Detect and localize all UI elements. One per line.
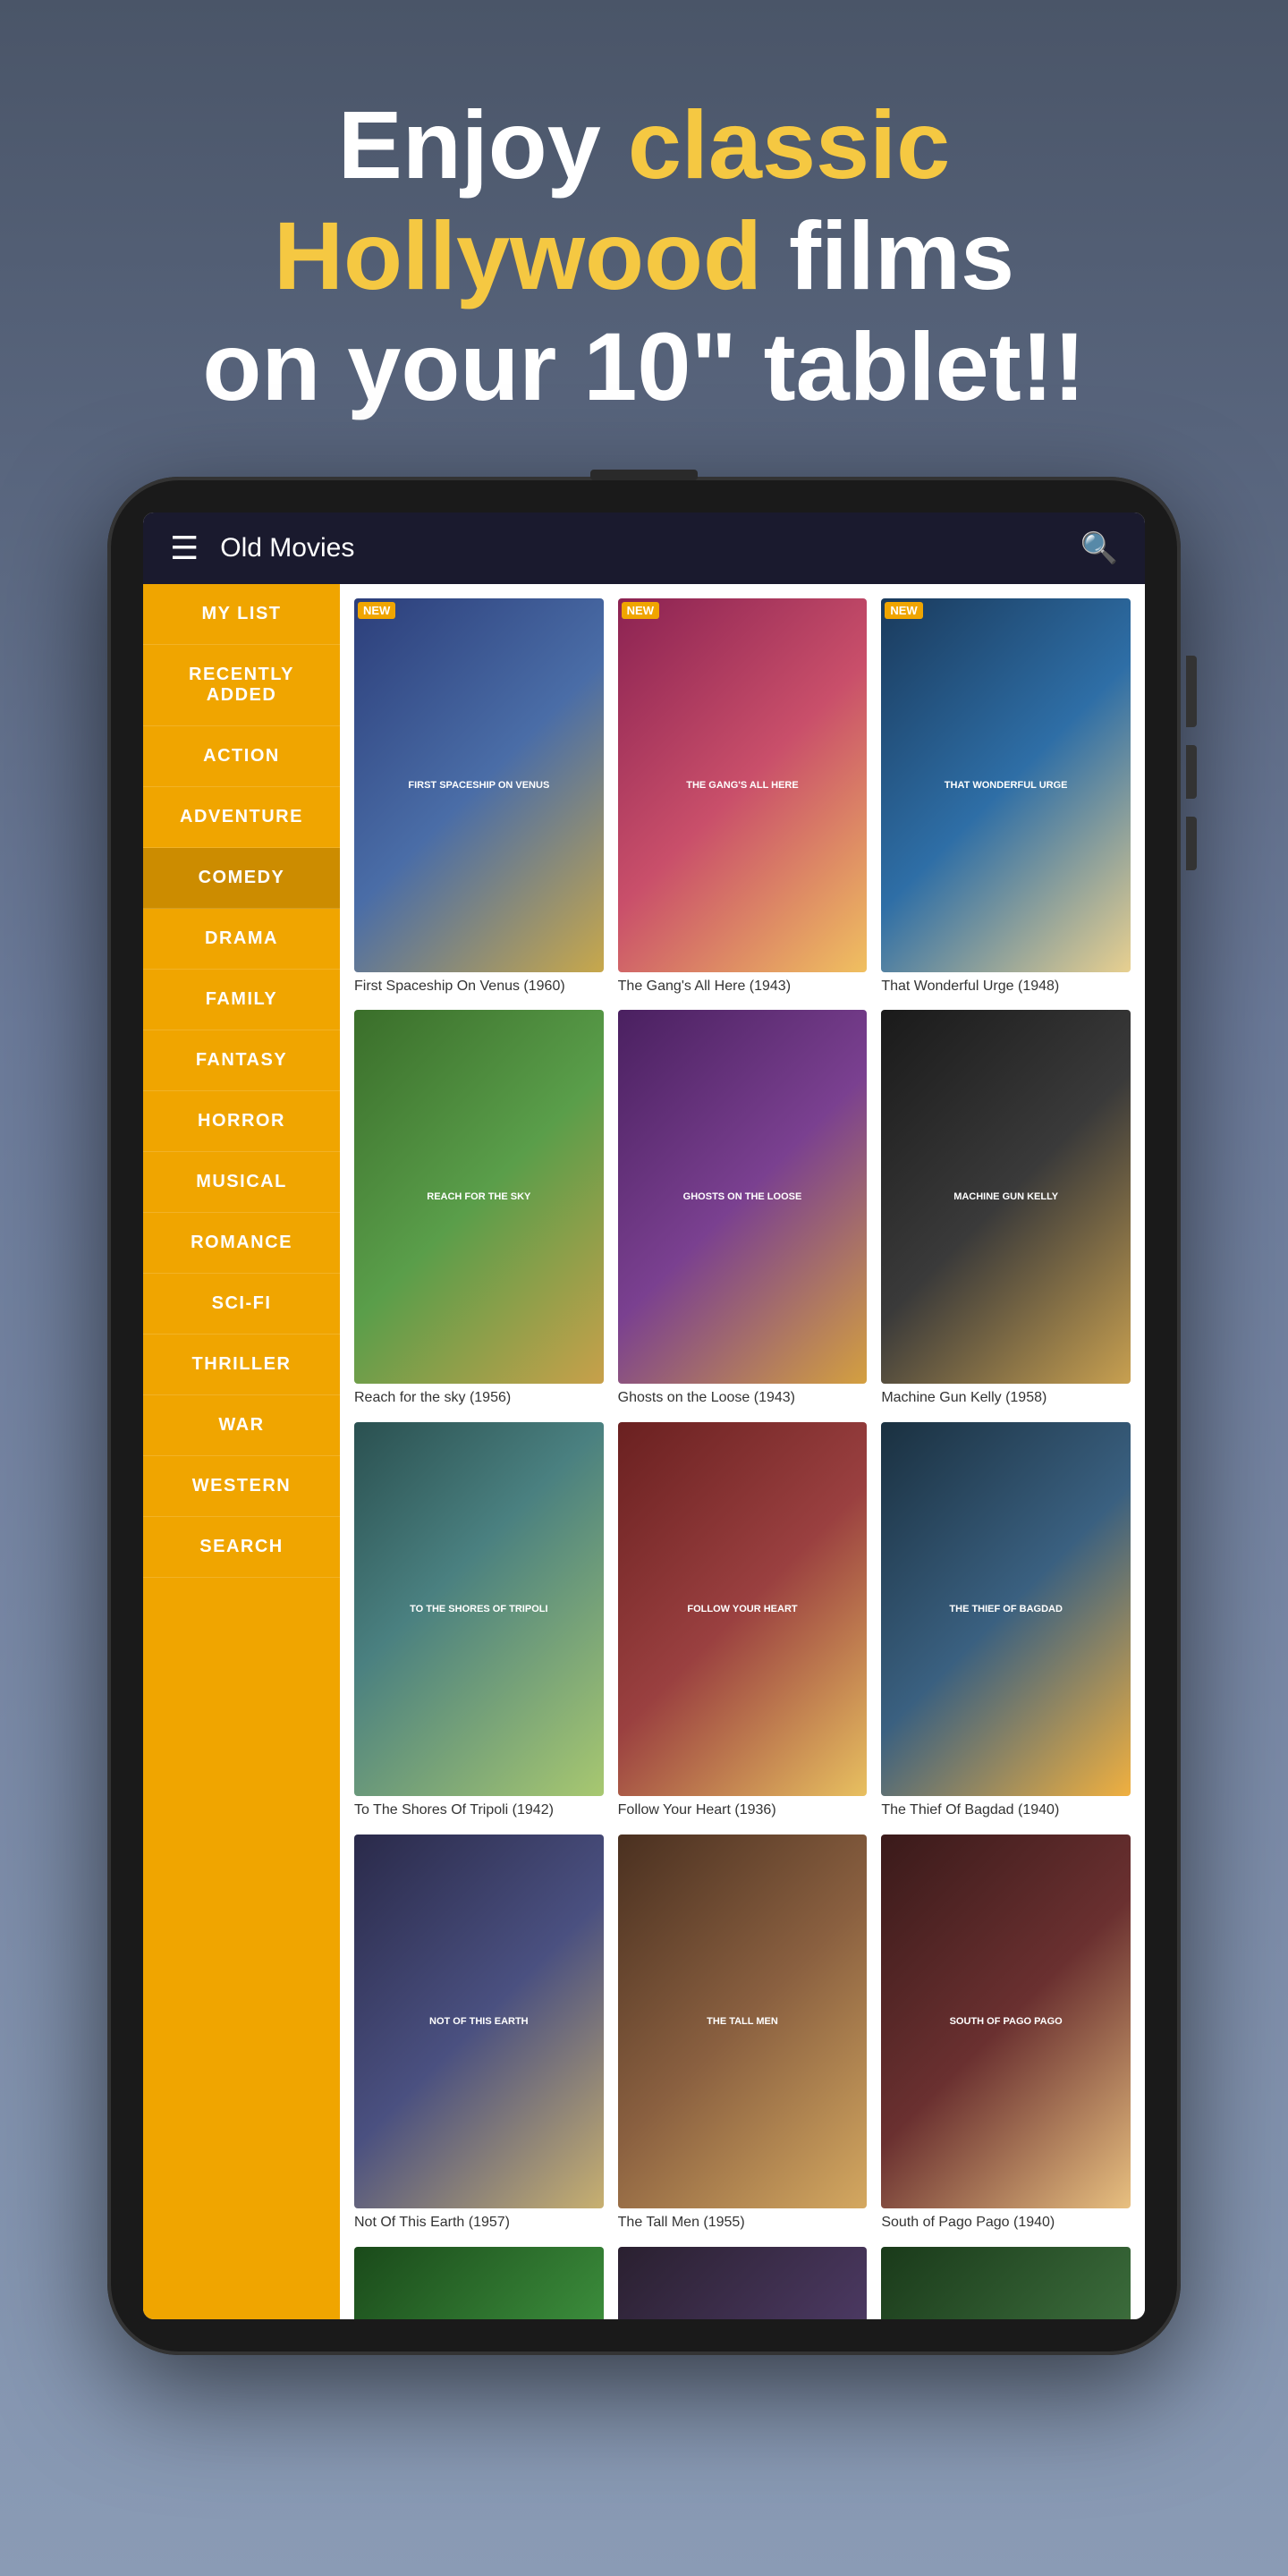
movie-poster: GHOSTS ON THE LOOSE	[618, 1010, 868, 1384]
movie-title: To The Shores Of Tripoli (1942)	[354, 1801, 604, 1820]
hero-text-enjoy: Enjoy	[338, 90, 628, 199]
movie-card[interactable]: TO THE SHORES OF TRIPOLI To The Shores Of…	[354, 1422, 604, 1820]
movie-card[interactable]: ABBOTT & COSTELLO THE TIME OF THEIR LIVE…	[354, 2247, 604, 2319]
search-icon[interactable]: 🔍	[1080, 530, 1118, 566]
movie-poster: FIRST SPACESHIP ON VENUS	[354, 598, 604, 972]
sidebar-item-thriller[interactable]: THRILLER	[143, 1335, 340, 1395]
movie-card[interactable]: THAT WONDERFUL URGENEW That Wonderful Urg…	[881, 598, 1131, 996]
movie-grid: FIRST SPACESHIP ON VENUSNEWFirst Spacesh…	[340, 584, 1145, 2319]
movie-title: Not Of This Earth (1957)	[354, 2214, 604, 2233]
movie-card[interactable]: THE THIEF OF BAGDAD The Thief Of Bagdad (…	[881, 1422, 1131, 1820]
movie-title: Machine Gun Kelly (1958)	[881, 1389, 1131, 1408]
sidebar-item-fantasy[interactable]: FANTASY	[143, 1030, 340, 1091]
movie-title: Ghosts on the Loose (1943)	[618, 1389, 868, 1408]
movie-card[interactable]: FIRST SPACESHIP ON VENUSNEW First Spacesh…	[354, 598, 604, 996]
tablet-screen: ☰ Old Movies 🔍 MY LISTRECENTLY ADDEDACTI…	[143, 513, 1145, 2319]
movie-card[interactable]: REACH FOR THE SKY Reach for the sky (1956…	[354, 1010, 604, 1408]
hero-text-hollywood: Hollywood	[274, 201, 762, 309]
app-bar: ☰ Old Movies 🔍	[143, 513, 1145, 584]
movie-poster: REACH FOR THE SKY	[354, 1010, 604, 1384]
movie-poster: PARDON MY SARONG	[618, 2247, 868, 2319]
movie-poster: MACHINE GUN KELLY	[881, 1010, 1131, 1384]
app-title: Old Movies	[220, 533, 1080, 564]
movie-poster: FOLLOW YOUR HEART	[618, 1422, 868, 1796]
sidebar-item-horror[interactable]: HORROR	[143, 1091, 340, 1152]
movie-card[interactable]: SOUTH OF PAGO PAGO South of Pago Pago (19…	[881, 1835, 1131, 2233]
content-area: MY LISTRECENTLY ADDEDACTIONADVENTURECOME…	[143, 584, 1145, 2319]
movie-card[interactable]: CAPTAIN PIRATECaptain Pirate (1952)	[881, 2247, 1131, 2319]
movie-card[interactable]: MACHINE GUN KELLY Machine Gun Kelly (1958…	[881, 1010, 1131, 1408]
movie-title: South of Pago Pago (1940)	[881, 2214, 1131, 2233]
movie-title: The Tall Men (1955)	[618, 2214, 868, 2233]
movie-title: Follow Your Heart (1936)	[618, 1801, 868, 1820]
movie-title: The Thief Of Bagdad (1940)	[881, 1801, 1131, 1820]
sidebar-item-war[interactable]: WAR	[143, 1395, 340, 1456]
sidebar-item-family[interactable]: FAMILY	[143, 970, 340, 1030]
new-badge: NEW	[885, 602, 922, 619]
movie-poster: THE GANG'S ALL HERE	[618, 598, 868, 972]
movie-title: Reach for the sky (1956)	[354, 1389, 604, 1408]
sidebar: MY LISTRECENTLY ADDEDACTIONADVENTURECOME…	[143, 584, 340, 2319]
sidebar-item-musical[interactable]: MUSICAL	[143, 1152, 340, 1213]
volume-down-button[interactable]	[1186, 817, 1197, 870]
hero-section: Enjoy classic Hollywood films on your 10…	[0, 0, 1288, 477]
movie-poster: SOUTH OF PAGO PAGO	[881, 1835, 1131, 2208]
movie-poster: THE TALL MEN	[618, 1835, 868, 2208]
tablet-device: ☰ Old Movies 🔍 MY LISTRECENTLY ADDEDACTI…	[107, 477, 1181, 2355]
hero-text-classic: classic	[628, 90, 950, 199]
movie-title: That Wonderful Urge (1948)	[881, 978, 1131, 996]
sidebar-item-recently-added[interactable]: RECENTLY ADDED	[143, 645, 340, 726]
sidebar-item-western[interactable]: WESTERN	[143, 1456, 340, 1517]
hero-text-tablet: on your 10" tablet!!	[202, 312, 1085, 420]
new-badge: NEW	[622, 602, 659, 619]
movie-title: First Spaceship On Venus (1960)	[354, 978, 604, 996]
new-badge: NEW	[358, 602, 395, 619]
movie-poster: THAT WONDERFUL URGE	[881, 598, 1131, 972]
movie-poster: THE THIEF OF BAGDAD	[881, 1422, 1131, 1796]
movie-card[interactable]: THE GANG'S ALL HERENEW The Gang's All Her…	[618, 598, 868, 996]
movie-card[interactable]: THE TALL MEN The Tall Men (1955)	[618, 1835, 868, 2233]
sidebar-item-comedy[interactable]: COMEDY	[143, 848, 340, 909]
movie-poster: TO THE SHORES OF TRIPOLI	[354, 1422, 604, 1796]
movie-card[interactable]: NOT OF THIS EARTH Not Of This Earth (1957…	[354, 1835, 604, 2233]
movie-poster: NOT OF THIS EARTH	[354, 1835, 604, 2208]
volume-up-button[interactable]	[1186, 745, 1197, 799]
sidebar-item-sci-fi[interactable]: SCI-FI	[143, 1274, 340, 1335]
movie-title: The Gang's All Here (1943)	[618, 978, 868, 996]
movie-card[interactable]: FOLLOW YOUR HEART Follow Your Heart (1936…	[618, 1422, 868, 1820]
sidebar-item-search[interactable]: SEARCH	[143, 1517, 340, 1578]
movie-poster: ABBOTT & COSTELLO THE TIME OF THEIR LIVE…	[354, 2247, 604, 2319]
hero-text-films: films	[762, 201, 1014, 309]
movie-card[interactable]: GHOSTS ON THE LOOSE Ghosts on the Loose (…	[618, 1010, 868, 1408]
sidebar-item-romance[interactable]: ROMANCE	[143, 1213, 340, 1274]
sidebar-item-drama[interactable]: DRAMA	[143, 909, 340, 970]
sidebar-item-adventure[interactable]: ADVENTURE	[143, 787, 340, 848]
hamburger-menu-icon[interactable]: ☰	[170, 530, 199, 567]
movie-card[interactable]: PARDON MY SARONGPardon My Sarong (1942)	[618, 2247, 868, 2319]
movie-poster: CAPTAIN PIRATE	[881, 2247, 1131, 2319]
power-button[interactable]	[1186, 656, 1197, 727]
sidebar-item-action[interactable]: ACTION	[143, 726, 340, 787]
sidebar-item-my-list[interactable]: MY LIST	[143, 584, 340, 645]
